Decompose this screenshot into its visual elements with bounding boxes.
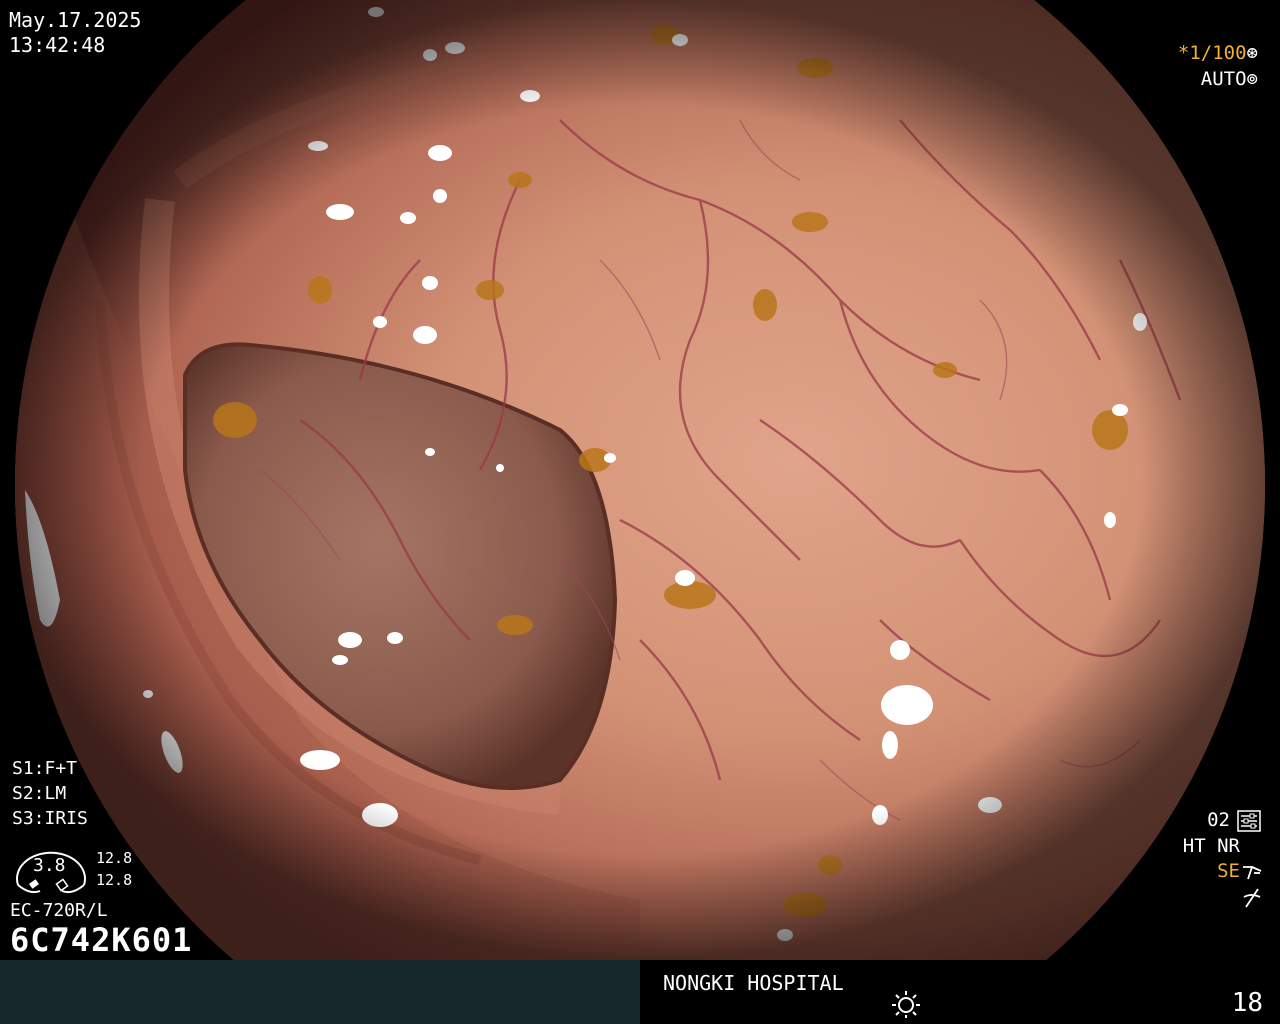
settings-icon (1237, 810, 1261, 832)
auto-label: AUTO (1200, 68, 1247, 90)
zoom-value: 3.8 (33, 855, 66, 876)
shutter-speed: *1/100⊛ (1178, 44, 1258, 63)
date-text: May.17.2025 (9, 8, 142, 32)
diameter-bottom: 12.8 (96, 871, 133, 889)
endoscopic-image (0, 0, 1280, 960)
scope-model: EC-720R/L (10, 900, 108, 921)
o2-indicator: 02 (1207, 809, 1230, 831)
time-text: 13:42:48 (9, 33, 106, 57)
shutter-value: *1/100 (1177, 42, 1247, 64)
se-indicator: SE (1217, 860, 1240, 882)
aperture-icon: ⊛ (1246, 42, 1258, 64)
scope-serial: 6C742K601 (10, 921, 193, 959)
s3-setting: S3:IRIS (12, 808, 88, 829)
auto-iris-indicator: AUTO⊚ (1201, 70, 1258, 89)
hospital-name: NONGKI HOSPITAL (663, 971, 844, 995)
scope-icon (1243, 888, 1261, 908)
frame-counter: 18 (1231, 988, 1263, 1018)
s1-setting: S1:F+T (12, 758, 78, 779)
enhancement-icon (1243, 866, 1262, 880)
ht-nr-indicator: HT NR (1182, 835, 1240, 857)
bottom-bar-left (0, 960, 640, 1024)
diameter-top: 12.8 (96, 849, 133, 867)
light-icon (892, 991, 920, 1018)
s2-setting: S2:LM (12, 783, 67, 804)
iris-icon: ⊚ (1246, 68, 1258, 90)
